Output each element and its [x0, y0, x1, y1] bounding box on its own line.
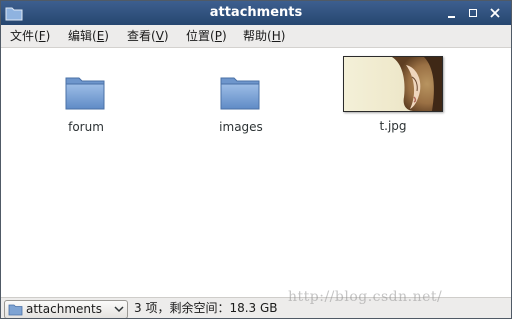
- watermark: http://blog.csdn.net/: [288, 289, 443, 305]
- menu-places-mnemonic: P: [214, 29, 222, 43]
- location-label: attachments: [26, 302, 102, 316]
- menu-places[interactable]: 位置(P): [186, 25, 227, 47]
- location-dropdown[interactable]: attachments: [4, 300, 128, 318]
- file-name: t.jpg: [379, 119, 407, 133]
- menu-places-close: ): [221, 29, 227, 43]
- close-button[interactable]: [487, 5, 503, 21]
- minimize-button[interactable]: [444, 5, 460, 21]
- file-item-forum[interactable]: forum: [46, 72, 126, 142]
- menu-view-mnemonic: V: [155, 29, 164, 43]
- menu-view[interactable]: 查看(V): [127, 25, 169, 47]
- chevron-down-icon: [114, 306, 124, 313]
- menu-help-label: 帮助(: [243, 29, 272, 43]
- file-name: forum: [68, 120, 104, 134]
- folder-icon: [220, 77, 260, 110]
- menu-view-close: ): [163, 29, 169, 43]
- folder-icon: [8, 304, 23, 316]
- title-bar[interactable]: attachments: [1, 1, 511, 25]
- menu-file-label: 文件(: [10, 29, 39, 43]
- file-view[interactable]: forum images t.jpg: [1, 48, 511, 297]
- menu-bar: 文件(F) 编辑(E) 查看(V) 位置(P) 帮助(H): [1, 25, 511, 48]
- minimize-icon: [448, 16, 455, 18]
- portrait-image: [344, 57, 442, 111]
- file-item-images[interactable]: images: [201, 72, 281, 142]
- window-title: attachments: [209, 5, 303, 20]
- menu-help[interactable]: 帮助(H): [243, 25, 285, 47]
- menu-file-mnemonic: F: [38, 29, 46, 43]
- image-thumbnail: [343, 56, 443, 112]
- maximize-button[interactable]: [465, 5, 481, 21]
- menu-help-mnemonic: H: [271, 29, 281, 43]
- menu-help-close: ): [280, 29, 286, 43]
- menu-view-label: 查看(: [127, 29, 156, 43]
- menu-edit-close: ): [104, 29, 109, 43]
- menu-places-label: 位置(: [186, 29, 215, 43]
- menu-file-close: ): [45, 29, 51, 43]
- folder-icon: [65, 77, 105, 110]
- file-item-t-jpg[interactable]: t.jpg: [341, 56, 445, 144]
- menu-edit-label: 编辑(: [68, 29, 97, 43]
- menu-edit[interactable]: 编辑(E): [68, 25, 109, 47]
- file-manager-window: attachments 文件(F) 编辑(E) 查看(V) 位置(P) 帮助(H…: [0, 0, 512, 319]
- maximize-icon: [469, 9, 477, 17]
- status-summary: 3 项，剩余空间：18.3 GB: [134, 301, 278, 315]
- menu-file[interactable]: 文件(F): [10, 25, 50, 47]
- file-name: images: [219, 120, 263, 134]
- close-icon: [490, 8, 500, 18]
